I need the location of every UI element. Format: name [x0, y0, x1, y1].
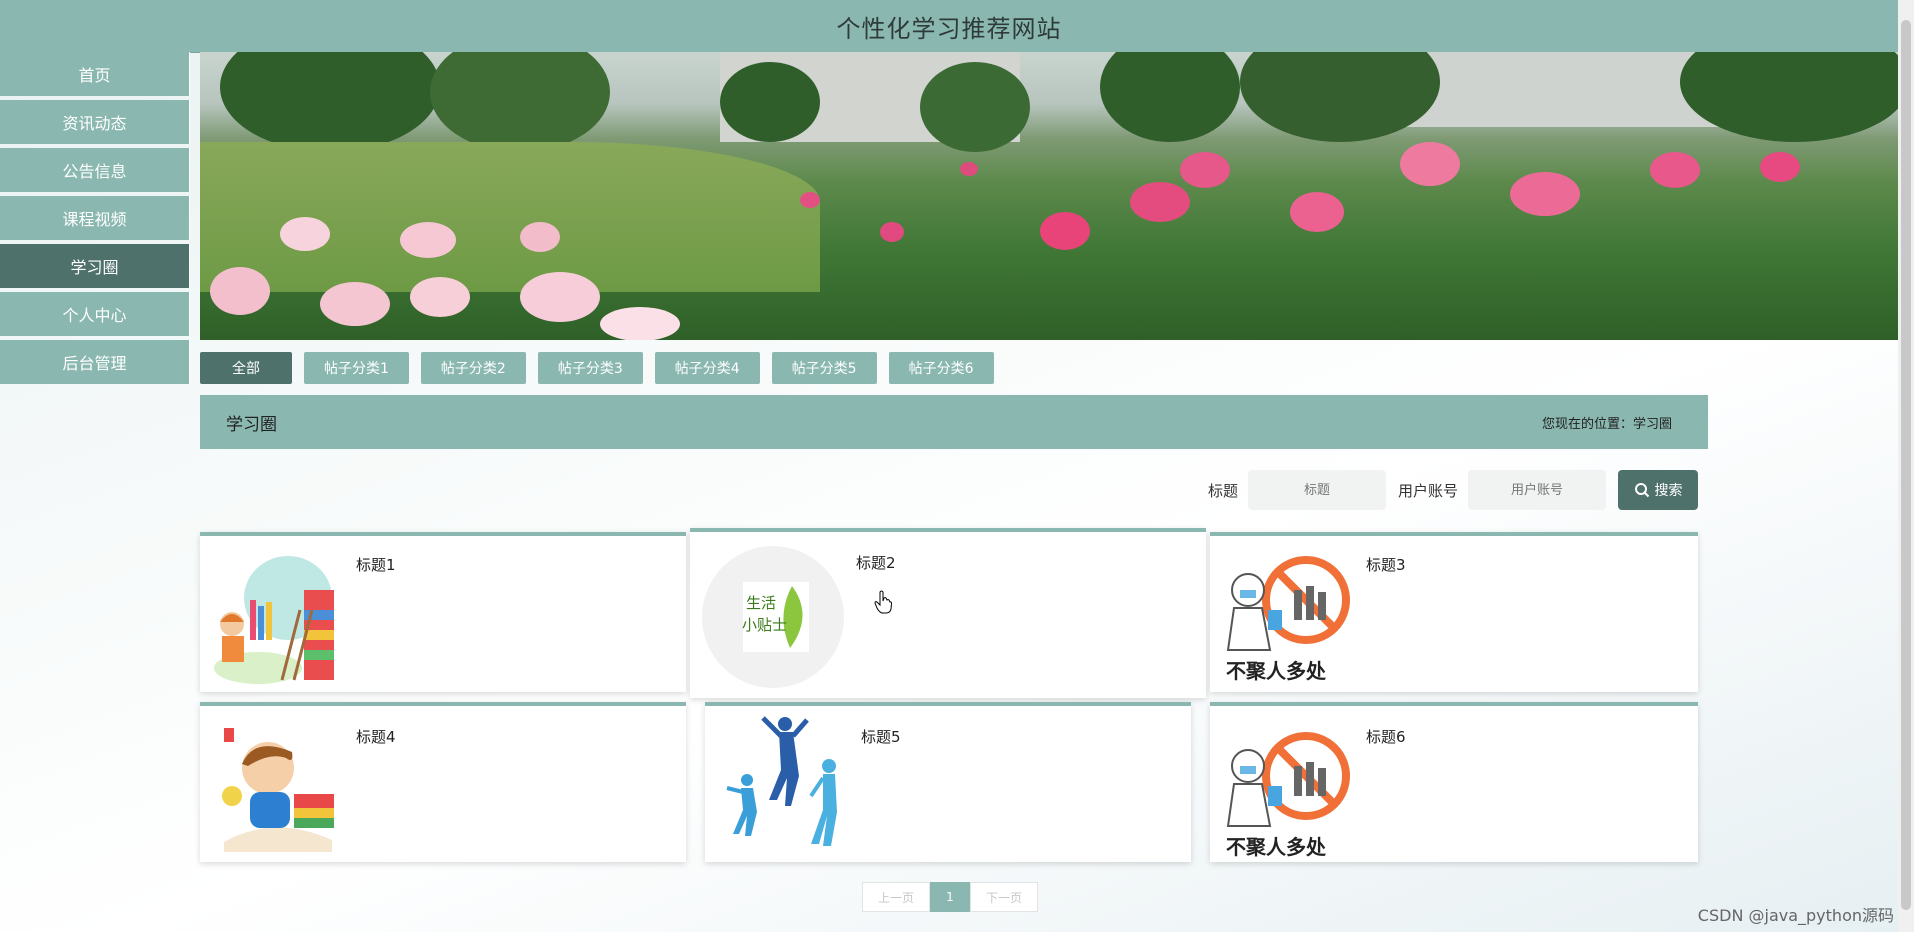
nav-item-course-videos[interactable]: 课程视频 — [0, 196, 190, 240]
post-thumbnail-boy-reading — [214, 726, 346, 854]
poster-text: 不聚人多处 — [1226, 659, 1327, 683]
life-tips-text-1: 生活 — [746, 594, 776, 612]
post-card[interactable]: 标题5 — [705, 702, 1191, 862]
post-thumbnail-life-tips: 生活 小贴士 — [702, 546, 844, 688]
title-search-input[interactable] — [1247, 470, 1386, 510]
post-title: 标题2 — [856, 554, 896, 572]
sidebar-nav: 首页 资讯动态 公告信息 课程视频 学习圈 个人中心 后台管理 — [0, 52, 190, 388]
post-thumbnail-kids-books — [210, 550, 340, 686]
nav-item-notices[interactable]: 公告信息 — [0, 148, 190, 192]
post-title: 标题1 — [356, 556, 396, 574]
post-title: 标题3 — [1366, 556, 1406, 574]
account-label: 用户账号 — [1397, 481, 1458, 500]
vertical-scrollbar[interactable] — [1898, 0, 1914, 932]
life-tips-text-2: 小贴士 — [742, 616, 787, 634]
title-label: 标题 — [1207, 481, 1238, 500]
section-title: 学习圈 — [226, 414, 277, 435]
search-bar: 标题 用户账号 搜索 — [1208, 470, 1698, 510]
search-button[interactable]: 搜索 — [1618, 470, 1698, 510]
post-card[interactable]: 不聚人多处 标题6 — [1210, 702, 1698, 862]
post-title: 标题5 — [861, 728, 901, 746]
post-thumbnail-no-gathering: 不聚人多处 — [1222, 550, 1356, 686]
tab-category-3[interactable]: 帖子分类3 — [537, 352, 643, 384]
nav-item-admin[interactable]: 后台管理 — [0, 340, 190, 384]
next-page-button[interactable]: 下一页 — [970, 882, 1038, 912]
search-icon — [1634, 483, 1649, 498]
section-header: 学习圈 您现在的位置：学习圈 — [200, 395, 1708, 449]
hand-cursor-icon — [874, 590, 892, 614]
scrollbar-thumb[interactable] — [1901, 20, 1911, 910]
post-title: 标题6 — [1366, 728, 1406, 746]
tab-category-2[interactable]: 帖子分类2 — [420, 352, 526, 384]
category-tabs: 全部 帖子分类1 帖子分类2 帖子分类3 帖子分类4 帖子分类5 帖子分类6 — [200, 352, 1006, 384]
search-button-label: 搜索 — [1654, 483, 1683, 499]
post-thumbnail-no-gathering: 不聚人多处 — [1222, 726, 1356, 862]
tab-category-6[interactable]: 帖子分类6 — [888, 352, 994, 384]
site-title: 个性化学习推荐网站 — [836, 14, 1062, 43]
post-thumbnail-jumping-people — [723, 716, 853, 852]
poster-text: 不聚人多处 — [1226, 835, 1327, 859]
tab-all[interactable]: 全部 — [200, 352, 292, 384]
nav-item-news[interactable]: 资讯动态 — [0, 100, 190, 144]
prev-page-button[interactable]: 上一页 — [862, 882, 930, 912]
page-number-button[interactable]: 1 — [930, 882, 970, 912]
nav-item-home[interactable]: 首页 — [0, 52, 190, 96]
post-card[interactable]: 标题1 — [200, 532, 686, 692]
breadcrumb: 您现在的位置：学习圈 — [1541, 416, 1672, 432]
tab-category-4[interactable]: 帖子分类4 — [654, 352, 760, 384]
post-card[interactable]: 标题4 — [200, 702, 686, 862]
site-header: 个性化学习推荐网站 — [0, 0, 1898, 53]
account-search-input[interactable] — [1468, 470, 1606, 510]
watermark: CSDN @java_python源码 — [1697, 906, 1894, 925]
post-title: 标题4 — [356, 728, 396, 746]
banner-image — [200, 52, 1898, 340]
post-card[interactable]: 生活 小贴士 标题2 — [690, 528, 1206, 698]
tab-category-1[interactable]: 帖子分类1 — [304, 352, 409, 384]
nav-item-learning-circle[interactable]: 学习圈 — [0, 244, 190, 288]
post-card[interactable]: 不聚人多处 标题3 — [1210, 532, 1698, 692]
tab-category-5[interactable]: 帖子分类5 — [771, 352, 877, 384]
nav-item-personal-center[interactable]: 个人中心 — [0, 292, 190, 336]
pagination: 上一页 1 下一页 — [862, 882, 1038, 912]
